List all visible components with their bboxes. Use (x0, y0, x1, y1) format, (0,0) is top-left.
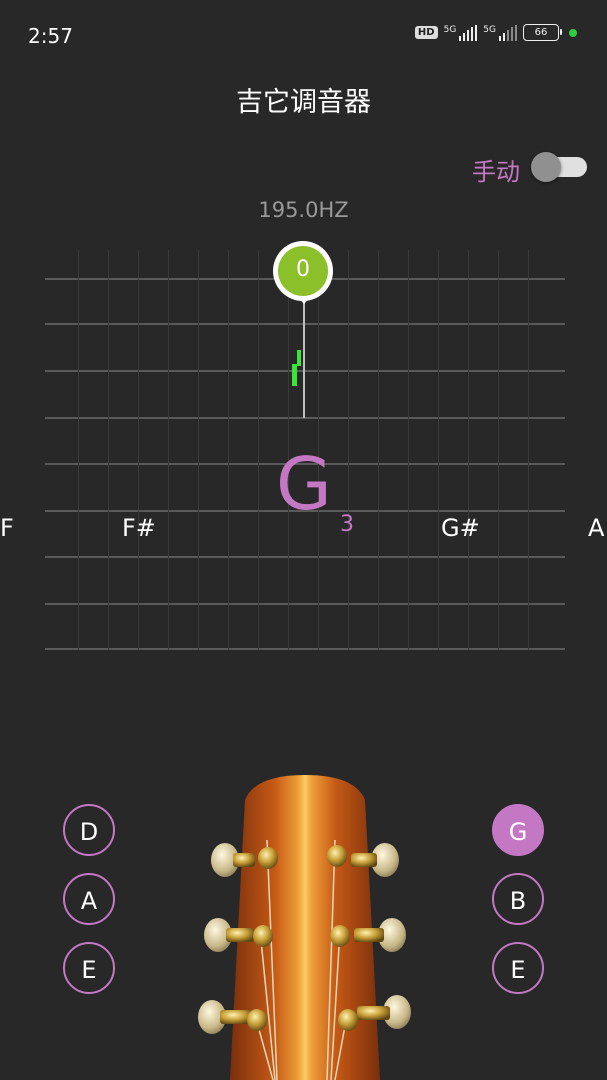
privacy-dot-icon (569, 28, 577, 37)
hd-icon: HD (414, 26, 438, 39)
string-button-b[interactable]: B (492, 873, 544, 925)
string-button-low-e[interactable]: E (63, 942, 115, 994)
level-bar (292, 364, 297, 386)
frequency-readout: 195.0HZ (258, 198, 349, 222)
cents-indicator: 0 (278, 246, 328, 296)
tuning-needle (303, 296, 305, 418)
page-title: 吉它调音器 (236, 87, 371, 118)
neighbor-note: A (588, 514, 605, 542)
string-button-high-e[interactable]: E (492, 942, 544, 994)
level-bar (297, 350, 301, 366)
manual-label: 手动 (472, 158, 520, 186)
battery-icon: 66 (523, 24, 562, 41)
signal-icon-2: 5G (483, 24, 517, 41)
neighbor-note: F# (122, 514, 156, 542)
guitar-headstock-image (198, 775, 411, 1080)
neighbor-note: G# (441, 514, 480, 542)
neighbor-note: F (0, 514, 14, 542)
status-icons: HD 5G 5G 66 (414, 24, 577, 41)
toggle-thumb (531, 152, 561, 182)
signal-icon-1: 5G (444, 24, 478, 41)
string-button-a[interactable]: A (63, 873, 115, 925)
status-time: 2:57 (28, 24, 73, 48)
current-octave: 3 (340, 512, 354, 537)
status-bar: 2:57 HD 5G 5G 66 (0, 0, 607, 72)
manual-toggle[interactable] (531, 152, 587, 182)
string-button-d[interactable]: D (63, 804, 115, 856)
current-note: G (276, 442, 332, 526)
string-button-g[interactable]: G (492, 804, 544, 856)
